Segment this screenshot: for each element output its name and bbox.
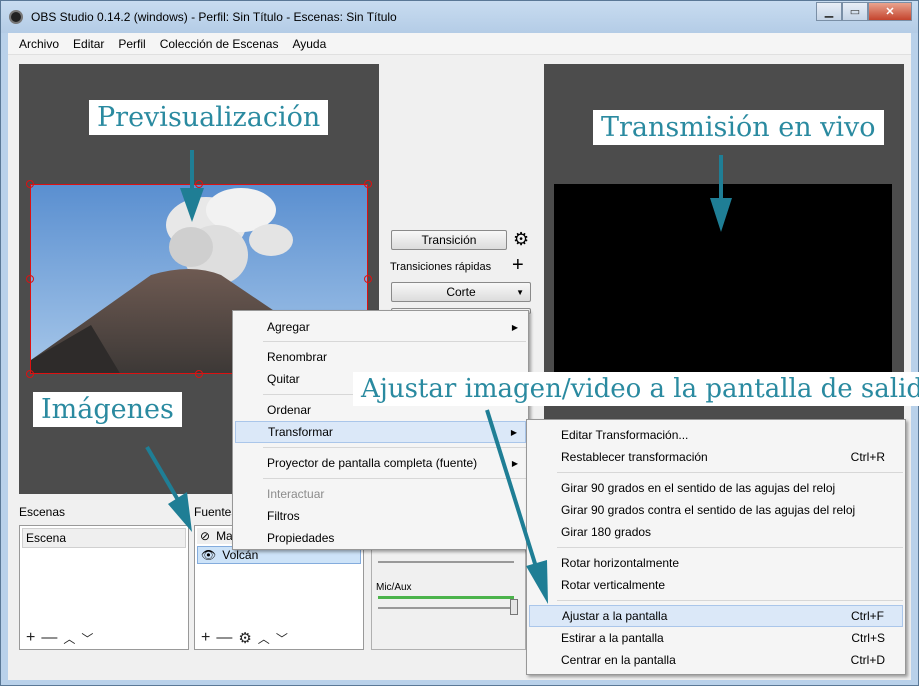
source-properties-gear-icon[interactable]: ⚙ (238, 629, 251, 647)
ctx-agregar[interactable]: Agregar ▶ (235, 316, 526, 338)
move-up-icon[interactable]: ︿ (258, 630, 270, 647)
move-down-icon[interactable]: ﹀ (276, 630, 288, 647)
add-icon[interactable]: + (512, 255, 524, 275)
desktop-audio-slider-track[interactable] (378, 561, 514, 563)
source-item-label: Volcán (222, 548, 259, 562)
scene-item-label: Escena (26, 531, 67, 545)
menu-ayuda[interactable]: Ayuda (285, 37, 333, 51)
callout-live: Transmisión en vivo (593, 110, 884, 145)
tf-girar-180[interactable]: Girar 180 grados (529, 521, 903, 543)
ctx-filtros[interactable]: Filtros (235, 505, 526, 527)
resize-handle-ml[interactable] (26, 275, 34, 283)
ctx-proyector[interactable]: Proyector de pantalla completa (fuente) ▶ (235, 452, 526, 474)
tf-editar[interactable]: Editar Transformación... (529, 424, 903, 446)
eye-icon[interactable]: 👁 (201, 548, 216, 562)
tf-rotar-horizontal[interactable]: Rotar horizontalmente (529, 552, 903, 574)
maximize-button[interactable]: ▭ (842, 2, 868, 21)
callout-preview: Previsualización (89, 100, 329, 135)
tf-girar-horario[interactable]: Girar 90 grados en el sentido de las agu… (529, 477, 903, 499)
cut-dropdown-label: Corte (446, 285, 476, 299)
resize-handle-tr[interactable] (364, 180, 372, 188)
add-scene-icon[interactable]: + (26, 629, 35, 647)
add-source-icon[interactable]: + (201, 629, 210, 647)
sources-label: Fuentes (194, 505, 238, 519)
gear-icon[interactable]: ⚙ (513, 229, 529, 249)
scene-item[interactable]: Escena (22, 528, 186, 548)
audio-mixer: Mic/Aux (371, 548, 526, 650)
move-up-icon[interactable]: ︿ (63, 630, 75, 647)
ctx-interactuar: Interactuar (267, 487, 325, 501)
transition-button[interactable]: Transición (391, 230, 507, 250)
menu-bar: Archivo Editar Perfil Colección de Escen… (8, 33, 911, 55)
move-down-icon[interactable]: ﹀ (81, 630, 93, 647)
submenu-arrow-icon: ▶ (510, 427, 517, 437)
resize-handle-mr[interactable] (364, 275, 372, 283)
ctx-renombrar[interactable]: Renombrar (235, 346, 526, 368)
remove-source-icon[interactable]: — (216, 629, 232, 647)
submenu-arrow-icon: ▶ (511, 322, 518, 332)
resize-handle-bl[interactable] (26, 370, 34, 378)
tf-restablecer[interactable]: Restablecer transformación Ctrl+R (529, 446, 903, 468)
remove-scene-icon[interactable]: — (41, 629, 57, 647)
obs-logo-icon (9, 10, 23, 24)
chevron-down-icon: ▼ (516, 287, 524, 297)
menu-editar[interactable]: Editar (66, 37, 111, 51)
mic-volume-slider-handle[interactable] (510, 599, 518, 615)
scenes-label: Escenas (19, 505, 66, 519)
ctx-transformar[interactable]: Transformar ▶ (235, 421, 526, 443)
mic-volume-slider-track[interactable] (378, 607, 514, 609)
minimize-button[interactable]: ▁ (816, 2, 842, 21)
window-controls: ▁ ▭ ✕ (816, 2, 912, 21)
quick-transitions-label: Transiciones rápidas (390, 261, 492, 273)
tf-ajustar-pantalla[interactable]: Ajustar a la pantalla Ctrl+F (529, 605, 903, 627)
tf-centrar-pantalla[interactable]: Centrar en la pantalla Ctrl+D (529, 649, 903, 671)
resize-handle-tc[interactable] (195, 180, 203, 188)
callout-images: Imágenes (33, 392, 182, 427)
resize-handle-bc[interactable] (195, 370, 203, 378)
scenes-toolbar: + — ︿ ﹀ (20, 627, 188, 649)
resize-handle-tl[interactable] (26, 180, 34, 188)
mic-aux-label: Mic/Aux (376, 582, 412, 593)
eye-slash-icon[interactable]: ⊘ (200, 529, 210, 543)
transform-submenu: Editar Transformación... Restablecer tra… (526, 419, 906, 675)
source-item-label: Ma (216, 529, 233, 543)
tf-girar-antihorario[interactable]: Girar 90 grados contra el sentido de las… (529, 499, 903, 521)
ctx-propiedades[interactable]: Propiedades (235, 527, 526, 549)
callout-fit: Ajustar imagen/video a la pantalla de sa… (353, 372, 919, 406)
menu-perfil[interactable]: Perfil (111, 37, 152, 51)
menu-archivo[interactable]: Archivo (12, 37, 66, 51)
live-output (554, 184, 892, 374)
close-button[interactable]: ✕ (868, 2, 912, 21)
sources-toolbar: + — ⚙ ︿ ﹀ (195, 627, 363, 649)
window-title: OBS Studio 0.14.2 (windows) - Perfil: Si… (31, 10, 397, 24)
title-bar: OBS Studio 0.14.2 (windows) - Perfil: Si… (1, 1, 918, 33)
tf-estirar-pantalla[interactable]: Estirar a la pantalla Ctrl+S (529, 627, 903, 649)
submenu-arrow-icon: ▶ (511, 458, 518, 468)
scenes-list[interactable]: Escena + — ︿ ﹀ (19, 525, 189, 650)
mic-level-meter (378, 596, 514, 599)
cut-dropdown[interactable]: Corte ▼ (391, 282, 531, 302)
source-context-menu: Agregar ▶ Renombrar Quitar Ordenar Transf… (232, 310, 529, 550)
tf-rotar-vertical[interactable]: Rotar verticalmente (529, 574, 903, 596)
menu-coleccion-escenas[interactable]: Colección de Escenas (153, 37, 286, 51)
